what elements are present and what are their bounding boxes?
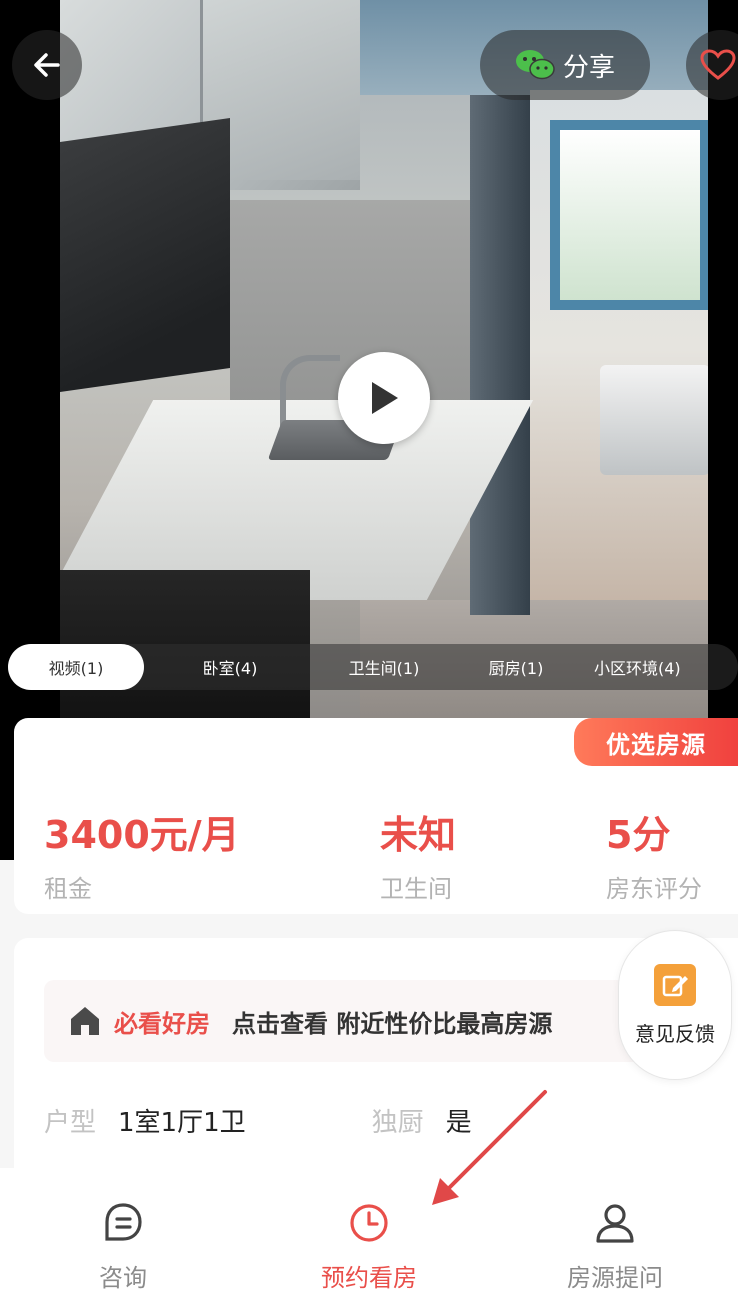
consult-label: 咨询 xyxy=(99,1264,147,1292)
back-button[interactable] xyxy=(12,30,82,100)
share-button[interactable]: 分享 xyxy=(480,30,650,100)
layout-value: 1室1厅1卫 xyxy=(118,1107,246,1138)
feedback-button[interactable]: 意见反馈 xyxy=(618,930,732,1080)
edit-icon xyxy=(654,963,696,1006)
tab-community[interactable]: 小区环境(4) xyxy=(580,644,730,690)
ask-question-label: 房源提问 xyxy=(567,1264,663,1292)
bathroom-label: 卫生间 xyxy=(380,875,452,903)
share-label: 分享 xyxy=(562,52,615,83)
rent-label: 租金 xyxy=(44,875,92,903)
arrow-left-icon xyxy=(34,53,60,77)
ask-question-button[interactable]: 房源提问 xyxy=(492,1168,738,1314)
tab-video[interactable]: 视频(1) xyxy=(8,644,144,690)
rent-stat: 3400元/月 租金 xyxy=(44,804,240,904)
landlord-rating-label: 房东评分 xyxy=(606,875,702,903)
kitchen-value: 是 xyxy=(445,1107,472,1138)
feedback-label: 意见反馈 xyxy=(635,1021,715,1046)
layout-key: 户型 xyxy=(44,1107,97,1138)
premium-listing-badge: 优选房源 xyxy=(574,718,738,766)
chat-icon xyxy=(105,1203,142,1241)
landlord-rating-value: 5分 xyxy=(606,813,671,857)
bottom-action-bar: 咨询 预约看房 房源提问 xyxy=(0,1168,738,1314)
play-video-button[interactable] xyxy=(338,352,430,444)
consult-button[interactable]: 咨询 xyxy=(0,1168,246,1314)
house-icon xyxy=(71,1007,99,1035)
landlord-rating-stat: 5分 房东评分 xyxy=(606,804,702,904)
clock-icon xyxy=(350,1204,388,1242)
promo-tag: 必看好房 xyxy=(114,1009,210,1038)
attribute-row: 户型 1室1厅1卫 独厨 是 xyxy=(44,1100,724,1140)
bathroom-value: 未知 xyxy=(380,813,457,857)
price-summary-card: 优选房源 3400元/月 租金 未知 卫生间 5分 房东评分 xyxy=(14,718,738,914)
tab-bathroom[interactable]: 卫生间(1) xyxy=(316,644,452,690)
rent-value: 3400元/月 xyxy=(44,813,240,857)
bathroom-stat: 未知 卫生间 xyxy=(380,804,456,904)
person-icon xyxy=(596,1204,634,1243)
kitchen-key: 独厨 xyxy=(371,1107,424,1138)
wechat-icon xyxy=(515,50,555,80)
book-viewing-button[interactable]: 预约看房 xyxy=(246,1168,492,1314)
tab-bedroom[interactable]: 卧室(4) xyxy=(144,644,316,690)
play-icon xyxy=(372,382,398,414)
heart-icon xyxy=(700,49,736,80)
tab-kitchen[interactable]: 厨房(1) xyxy=(452,644,580,690)
book-viewing-label: 预约看房 xyxy=(321,1264,417,1292)
recommended-listings-banner[interactable]: 必看好房 点击查看 附近性价比最高房源 xyxy=(44,980,684,1062)
promo-text: 点击查看 附近性价比最高房源 xyxy=(232,1009,553,1038)
media-category-tabs: 视频(1) 卧室(4) 卫生间(1) 厨房(1) 小区环境(4) xyxy=(0,644,738,690)
